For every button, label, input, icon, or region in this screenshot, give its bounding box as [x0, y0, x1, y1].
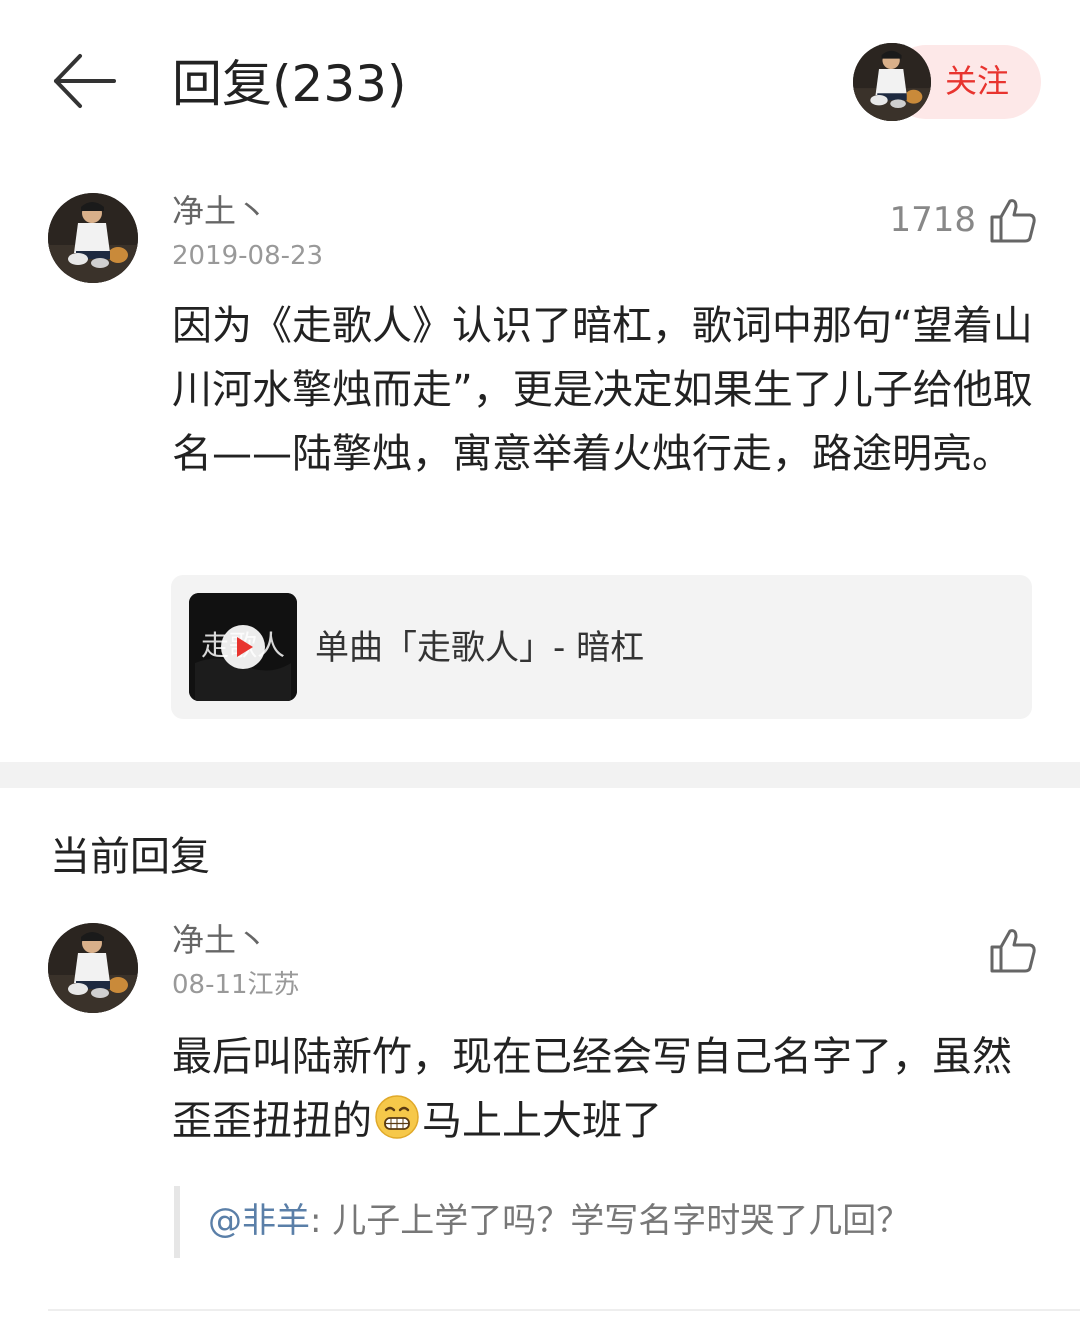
back-button[interactable] [50, 48, 120, 118]
quote-body: 儿子上学了吗？学写名字时哭了几回？ [332, 1201, 911, 1241]
reply-text-part-2: 马上上大班了 [422, 1098, 662, 1144]
song-cover[interactable]: 走歌人 [189, 593, 297, 701]
reply-like-button[interactable] [988, 924, 1038, 976]
mention-link[interactable]: @非羊 [208, 1201, 310, 1241]
section-title: 当前回复 [50, 834, 210, 880]
quoted-reply[interactable]: @非羊: 儿子上学了吗？学写名字时哭了几回？ [174, 1186, 1040, 1258]
bottom-divider [48, 1309, 1080, 1311]
reply-avatar[interactable] [48, 923, 138, 1013]
like-button[interactable]: 1718 [889, 194, 1038, 246]
top-bar: 回复(233) 关注 [0, 0, 1080, 170]
comment-text: 因为《走歌人》认识了暗杠，歌词中那句“望着山川河水擎烛而走”，更是决定如果生了儿… [172, 303, 1033, 477]
commenter-avatar[interactable] [48, 193, 138, 283]
follow-area: 关注 [853, 43, 1041, 121]
arrow-left-icon [54, 54, 116, 108]
song-card[interactable]: 走歌人 单曲「走歌人」- 暗杠 [171, 575, 1032, 719]
play-icon[interactable] [219, 623, 267, 671]
thumbs-up-icon [990, 929, 1036, 973]
thumbs-up-icon [990, 199, 1036, 243]
follow-button-label[interactable]: 关注 [945, 61, 1009, 101]
like-count: 1718 [889, 200, 976, 240]
section-divider [0, 762, 1080, 788]
comment-date: 2019-08-23 [172, 241, 324, 271]
grinning-face-icon [375, 1095, 419, 1139]
author-avatar[interactable] [853, 43, 931, 121]
reply-text: 最后叫陆新竹，现在已经会写自己名字了，虽然歪歪扭扭的 马上上大班了 [172, 1025, 1042, 1153]
reply-meta: 08-11江苏 [172, 970, 300, 1000]
quote-separator: : [310, 1201, 333, 1241]
reply-user-name[interactable]: 净土丶 [172, 920, 268, 960]
quoted-reply-text: @非羊: 儿子上学了吗？学写名字时哭了几回？ [208, 1198, 910, 1244]
page-title: 回复(233) [172, 55, 407, 113]
commenter-name[interactable]: 净土丶 [172, 191, 268, 231]
song-title[interactable]: 单曲「走歌人」- 暗杠 [315, 627, 644, 669]
